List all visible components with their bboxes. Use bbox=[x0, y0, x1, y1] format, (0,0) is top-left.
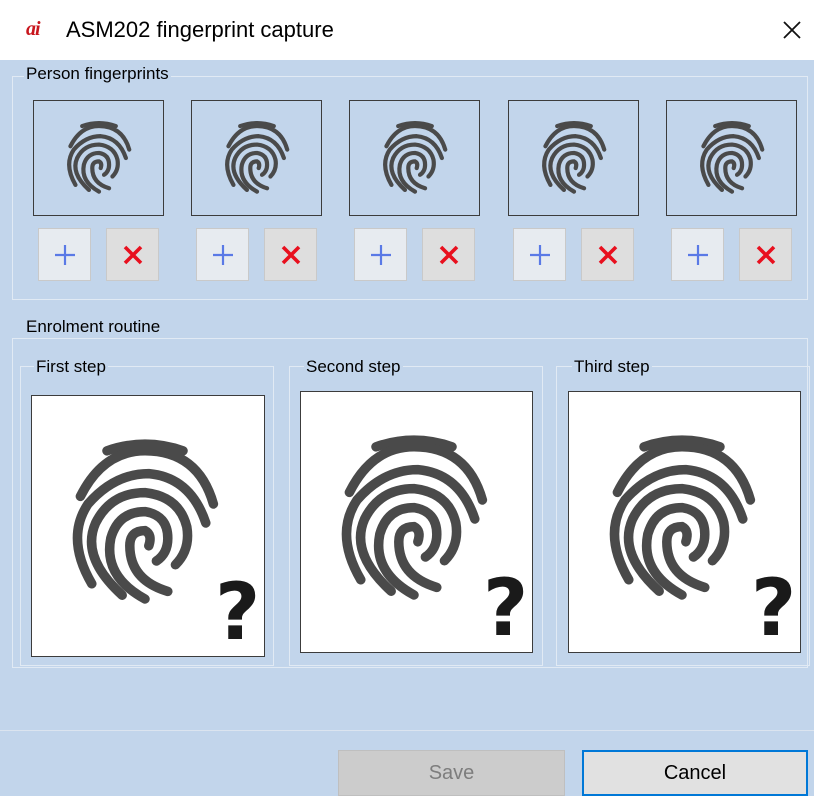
question-mark-icon: ? bbox=[483, 564, 529, 653]
remove-fingerprint-1-button[interactable] bbox=[106, 228, 159, 281]
plus-icon bbox=[370, 244, 391, 265]
add-fingerprint-5-button[interactable] bbox=[671, 228, 724, 281]
question-mark-icon: ? bbox=[751, 564, 797, 653]
person-fingerprints-label: Person fingerprints bbox=[24, 64, 171, 84]
plus-icon bbox=[529, 244, 550, 265]
title-bar: ai ASM202 fingerprint capture bbox=[0, 0, 814, 60]
remove-fingerprint-5-button[interactable] bbox=[739, 228, 792, 281]
cross-icon bbox=[598, 245, 617, 264]
save-button[interactable]: Save bbox=[338, 750, 565, 796]
fingerprint-slot-5 bbox=[666, 100, 797, 216]
remove-fingerprint-2-button[interactable] bbox=[264, 228, 317, 281]
fingerprint-icon bbox=[72, 439, 219, 604]
app-logo: ai bbox=[26, 18, 41, 40]
plus-icon bbox=[54, 244, 75, 265]
step-3-label: Third step bbox=[572, 357, 652, 377]
question-mark-icon: ? bbox=[215, 568, 261, 657]
close-button[interactable] bbox=[776, 14, 808, 46]
enrolment-routine-label: Enrolment routine bbox=[24, 317, 163, 337]
add-fingerprint-1-button[interactable] bbox=[38, 228, 91, 281]
cross-icon bbox=[281, 245, 300, 264]
fingerprint-slot-3 bbox=[349, 100, 480, 216]
fingerprint-icon bbox=[382, 121, 447, 194]
cross-icon bbox=[439, 245, 458, 264]
fingerprint-icon bbox=[609, 435, 756, 600]
fingerprint-icon bbox=[699, 121, 764, 194]
add-fingerprint-2-button[interactable] bbox=[196, 228, 249, 281]
close-icon bbox=[783, 21, 801, 39]
plus-icon bbox=[212, 244, 233, 265]
fingerprint-icon bbox=[66, 121, 131, 194]
fingerprint-slot-2 bbox=[191, 100, 322, 216]
fingerprint-icon bbox=[224, 121, 289, 194]
add-fingerprint-3-button[interactable] bbox=[354, 228, 407, 281]
fingerprint-icon bbox=[541, 121, 606, 194]
remove-fingerprint-3-button[interactable] bbox=[422, 228, 475, 281]
cross-icon bbox=[123, 245, 142, 264]
step-2-fingerprint-frame: ? bbox=[300, 391, 533, 653]
plus-icon bbox=[687, 244, 708, 265]
footer-separator bbox=[0, 730, 814, 731]
cancel-button[interactable]: Cancel bbox=[582, 750, 808, 796]
fingerprint-icon bbox=[341, 435, 488, 600]
step-1-label: First step bbox=[34, 357, 108, 377]
step-1-fingerprint-frame: ? bbox=[31, 395, 265, 657]
step-3-fingerprint-frame: ? bbox=[568, 391, 801, 653]
step-2-label: Second step bbox=[304, 357, 403, 377]
fingerprint-slot-1 bbox=[33, 100, 164, 216]
cross-icon bbox=[756, 245, 775, 264]
dialog-body: Person fingerprints Enrolment routine Fi… bbox=[0, 60, 814, 796]
window-title: ASM202 fingerprint capture bbox=[66, 17, 334, 42]
add-fingerprint-4-button[interactable] bbox=[513, 228, 566, 281]
remove-fingerprint-4-button[interactable] bbox=[581, 228, 634, 281]
fingerprint-slot-4 bbox=[508, 100, 639, 216]
